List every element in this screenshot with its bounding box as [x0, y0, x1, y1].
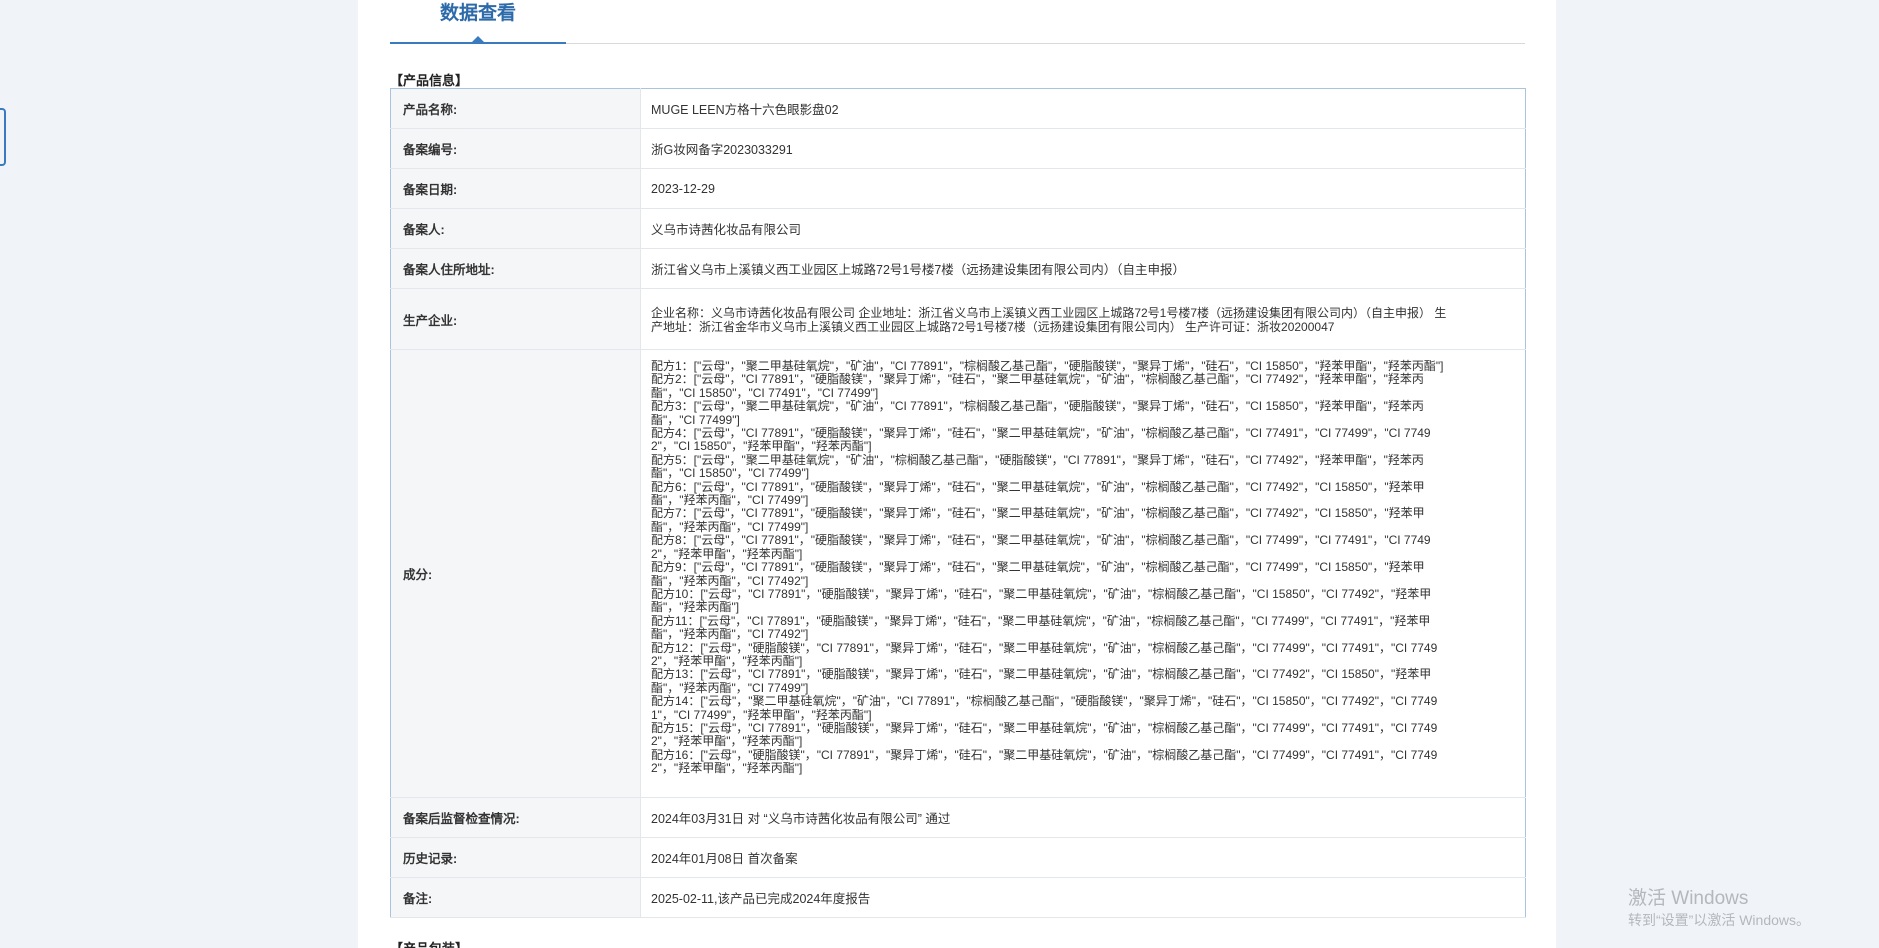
formula-15: 配方15：["云母"，"CI 77891"，"硬脂酸镁"，"聚异丁烯"，"硅石"… — [651, 720, 1438, 749]
row-label: 成分: — [390, 349, 641, 798]
formula-16: 配方16：["云母"，"硬脂酸镁"，"CI 77891"，"聚异丁烯"，"硅石"… — [651, 747, 1438, 776]
remarks-value: 2025-02-11,该产品已完成2024年度报告 — [640, 877, 1526, 918]
history-value: 2024年01月08日 首次备案 — [640, 837, 1526, 878]
row-label: 备案人住所地址: — [390, 248, 641, 289]
formula-6: 配方6：["云母"，"CI 77891"，"硬脂酸镁"，"聚异丁烯"，"硅石"，… — [651, 479, 1425, 508]
formula-3: 配方3：["云母"，"聚二甲基硅氧烷"，"矿油"，"CI 77891"，"棕榈酸… — [651, 399, 1424, 427]
manufacturer-text: 企业名称：义乌市诗茜化妆品有限公司 企业地址：浙江省义乌市上溪镇义西工业园区上城… — [651, 306, 1447, 334]
table-row-remarks: 备注: 2025-02-11,该产品已完成2024年度报告 — [390, 877, 1526, 918]
table-row-registrant-address: 备案人住所地址: 浙江省义乌市上溪镇义西工业园区上城路72号1号楼7楼（远扬建设… — [390, 248, 1526, 289]
record-number-value: 浙G妆网备字2023033291 — [640, 128, 1526, 169]
row-label: 产品名称: — [390, 88, 641, 129]
windows-activation-watermark-title: 激活 Windows — [1628, 888, 1749, 909]
table-row-history: 历史记录: 2024年01月08日 首次备案 — [390, 837, 1526, 878]
table-row-inspection: 备案后监督检查情况: 2024年03月31日 对 “义乌市诗茜化妆品有限公司” … — [390, 797, 1526, 838]
row-label: 备案日期: — [390, 168, 641, 209]
table-row-record-number: 备案编号: 浙G妆网备字2023033291 — [390, 128, 1526, 169]
formula-8: 配方8：["云母"，"CI 77891"，"硬脂酸镁"，"聚异丁烯"，"硅石"，… — [651, 533, 1431, 561]
registrant-value: 义乌市诗茜化妆品有限公司 — [640, 208, 1526, 249]
formula-14: 配方14：["云母"，"聚二甲基硅氧烷"，"矿油"，"CI 77891"，"棕榈… — [651, 694, 1438, 722]
tab-data-view[interactable]: 数据查看 — [390, 0, 566, 44]
windows-activation-watermark-subtitle: 转到“设置”以激活 Windows。 — [1628, 912, 1811, 928]
row-label: 备案编号: — [390, 128, 641, 169]
table-row-ingredients: 成分: 配方1：["云母"，"聚二甲基硅氧烷"，"矿油"，"CI 77891"，… — [390, 349, 1526, 798]
formula-5: 配方5：["云母"，"聚二甲基硅氧烷"，"矿油"，"棕榈酸乙基己酯"，"硬脂酸镁… — [651, 452, 1424, 481]
table-row-product-name: 产品名称: MUGE LEEN方格十六色眼影盘02 — [390, 88, 1526, 129]
formula-10: 配方10：["云母"，"CI 77891"，"硬脂酸镁"，"聚异丁烯"，"硅石"… — [651, 586, 1432, 615]
table-row-manufacturer: 生产企业: 企业名称：义乌市诗茜化妆品有限公司 企业地址：浙江省义乌市上溪镇义西… — [390, 288, 1526, 350]
tab-bar: 数据查看 — [390, 0, 1525, 44]
left-scroll-handle[interactable] — [0, 108, 6, 166]
tab-active-caret-icon — [472, 36, 484, 42]
ingredients-value: 配方1：["云母"，"聚二甲基硅氧烷"，"矿油"，"CI 77891"，"棕榈酸… — [640, 349, 1526, 798]
formula-9: 配方9：["云母"，"CI 77891"，"硬脂酸镁"，"聚异丁烯"，"硅石"，… — [651, 560, 1425, 588]
row-label: 备注: — [390, 877, 641, 918]
formula-2: 配方2：["云母"，"CI 77891"，"硬脂酸镁"，"聚异丁烯"，"硅石"，… — [651, 372, 1424, 400]
content-panel: 数据查看 【产品信息】 产品名称: MUGE LEEN方格十六色眼影盘02 备案… — [358, 0, 1556, 948]
formula-4: 配方4：["云母"，"CI 77891"，"硬脂酸镁"，"聚异丁烯"，"硅石"，… — [651, 426, 1431, 454]
section-title-product-pack: 【产品包装】 — [390, 938, 468, 948]
table-row-registrant: 备案人: 义乌市诗茜化妆品有限公司 — [390, 208, 1526, 249]
table-row-record-date: 备案日期: 2023-12-29 — [390, 168, 1526, 209]
row-label: 备案人: — [390, 208, 641, 249]
row-label: 备案后监督检查情况: — [390, 797, 641, 838]
row-label: 历史记录: — [390, 837, 641, 878]
row-label: 生产企业: — [390, 288, 641, 350]
section-title-product-info: 【产品信息】 — [390, 73, 469, 88]
record-date-value: 2023-12-29 — [640, 168, 1526, 209]
formula-11: 配方11：["云母"，"CI 77891"，"硬脂酸镁"，"聚异丁烯"，"硅石"… — [651, 613, 1431, 642]
tab-data-view-label: 数据查看 — [439, 3, 516, 24]
product-name-value: MUGE LEEN方格十六色眼影盘02 — [640, 88, 1526, 129]
formula-13: 配方13：["云母"，"CI 77891"，"硬脂酸镁"，"聚异丁烯"，"硅石"… — [651, 667, 1432, 695]
registrant-address-value: 浙江省义乌市上溪镇义西工业园区上城路72号1号楼7楼（远扬建设集团有限公司内）（… — [640, 248, 1526, 289]
formula-12: 配方12：["云母"，"硬脂酸镁"，"CI 77891"，"聚异丁烯"，"硅石"… — [651, 640, 1438, 668]
product-info-table: 产品名称: MUGE LEEN方格十六色眼影盘02 备案编号: 浙G妆网备字20… — [390, 88, 1526, 918]
manufacturer-value: 企业名称：义乌市诗茜化妆品有限公司 企业地址：浙江省义乌市上溪镇义西工业园区上城… — [640, 288, 1526, 350]
formula-7: 配方7：["云母"，"CI 77891"，"硬脂酸镁"，"聚异丁烯"，"硅石"，… — [651, 506, 1425, 534]
inspection-value: 2024年03月31日 对 “义乌市诗茜化妆品有限公司” 通过 — [640, 797, 1526, 838]
